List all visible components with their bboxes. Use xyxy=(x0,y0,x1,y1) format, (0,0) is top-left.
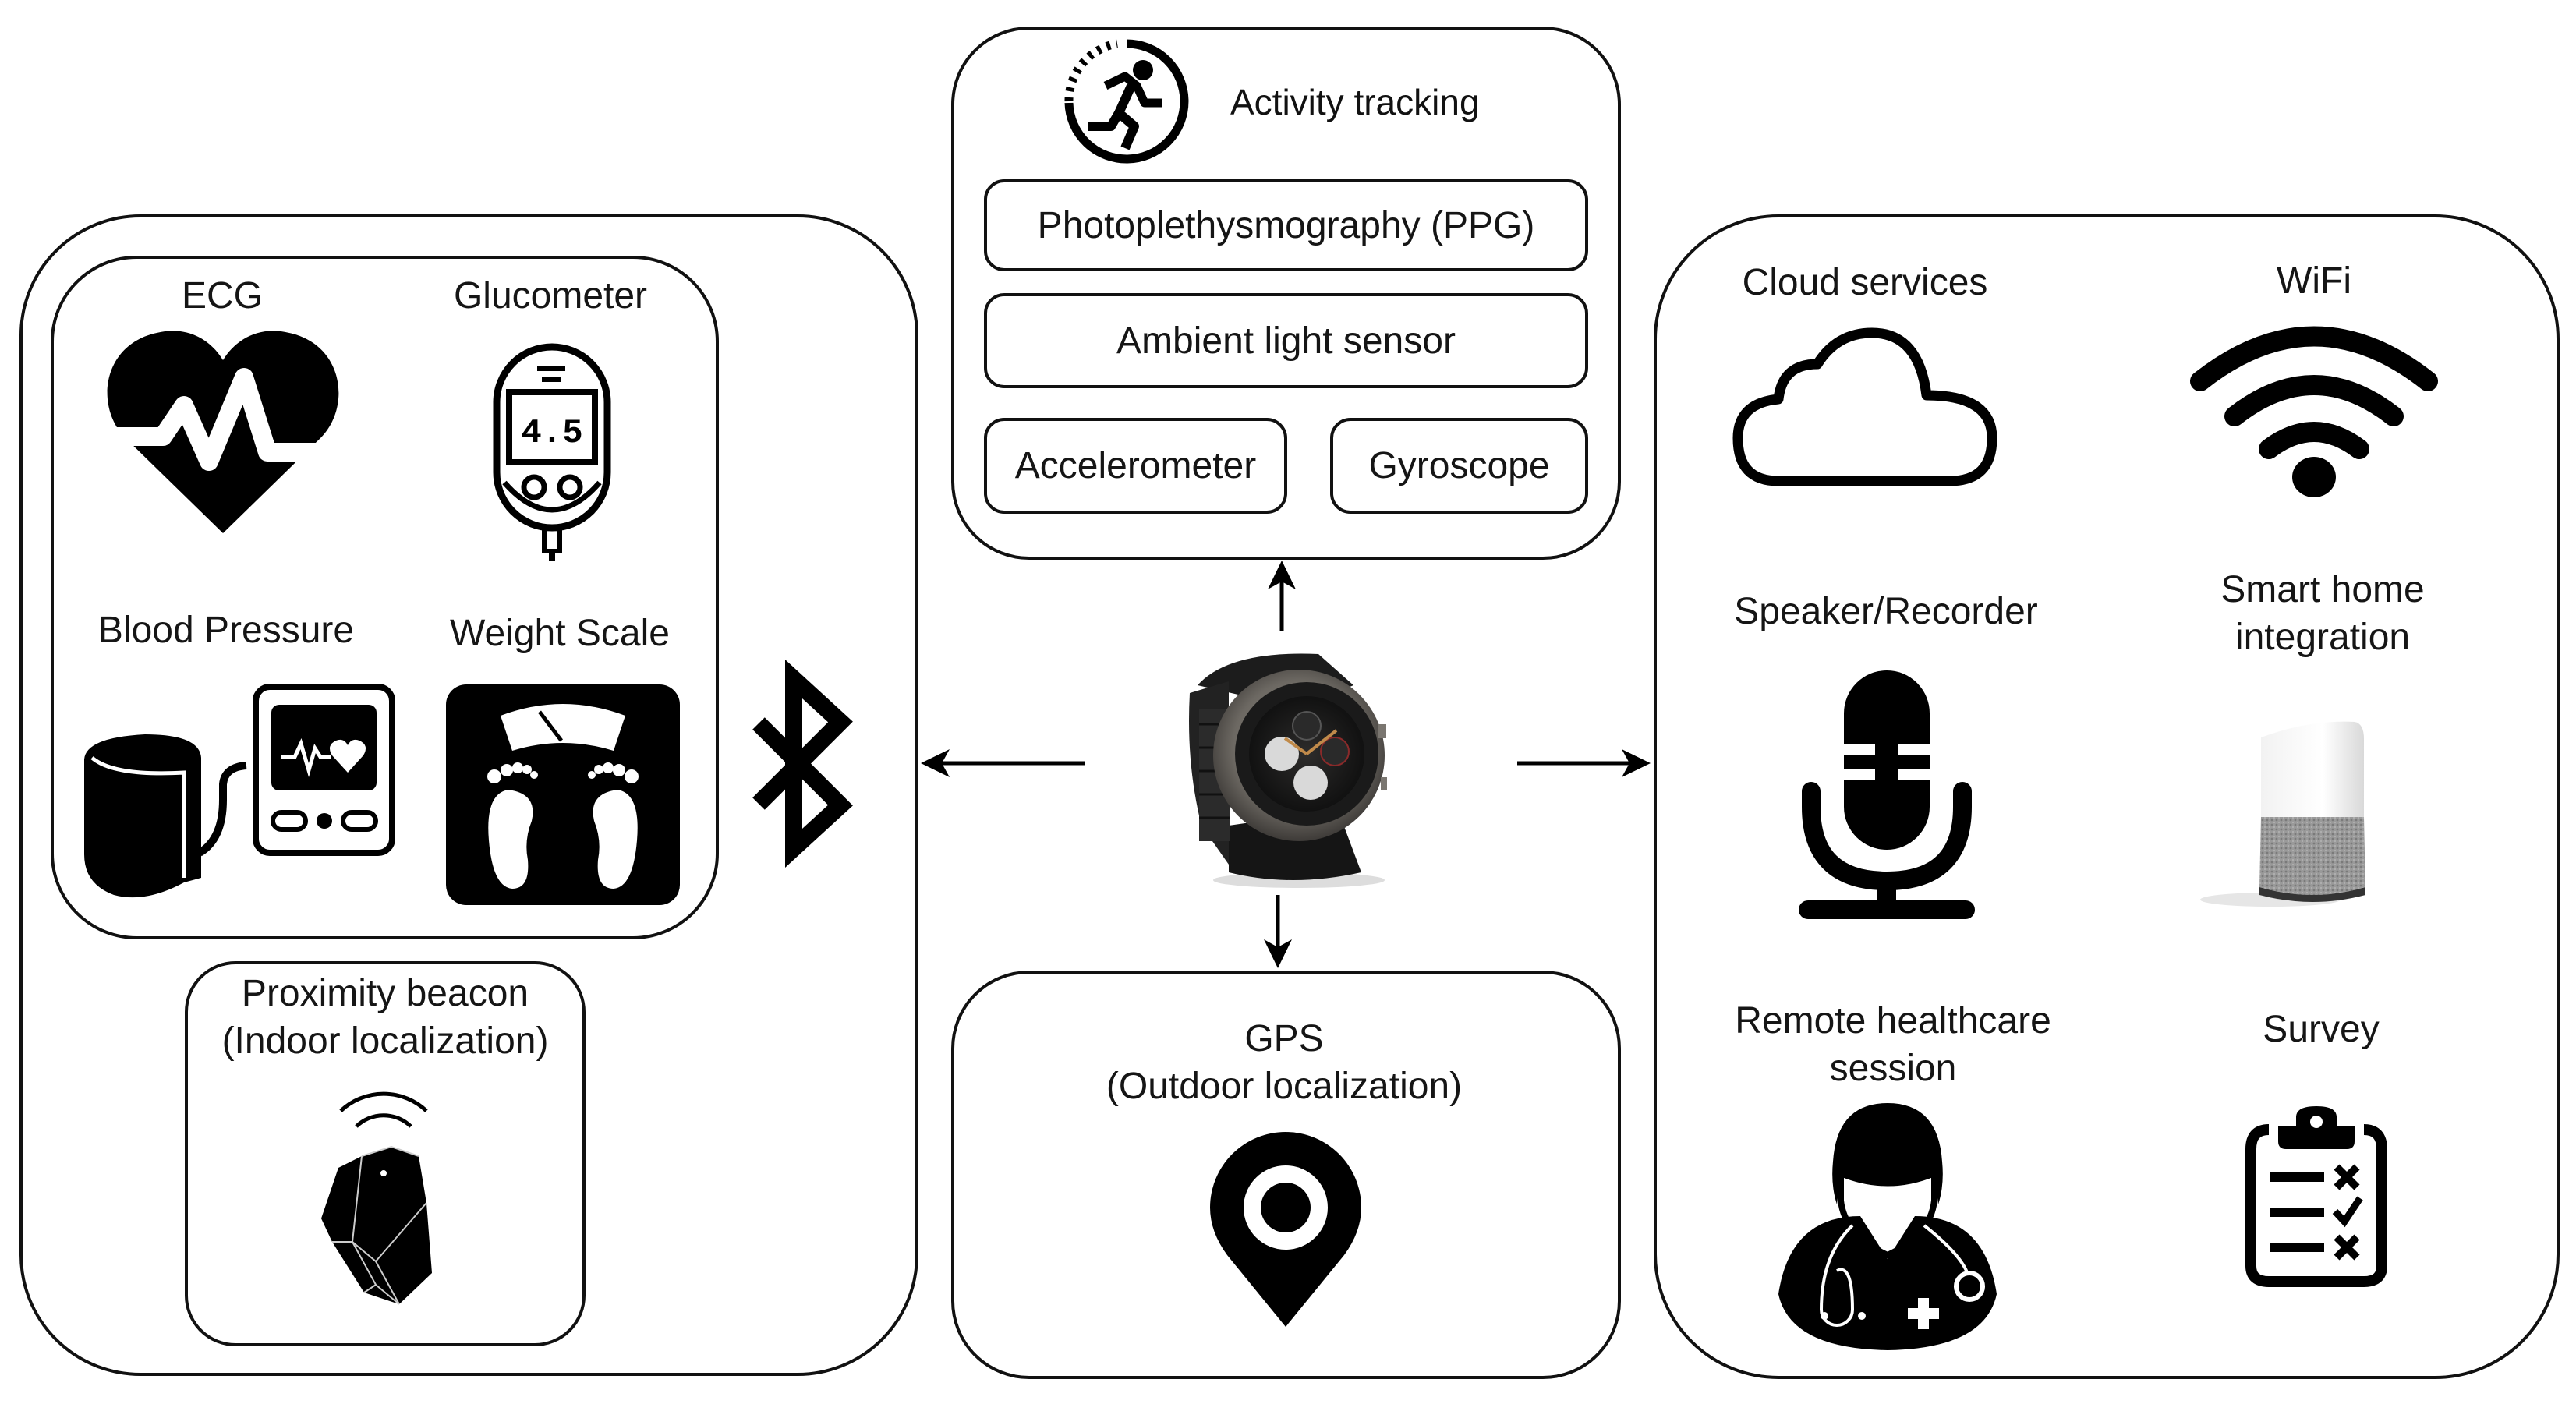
arrow-to-top-panel xyxy=(1268,561,1296,631)
arrow-to-bottom-panel xyxy=(1264,895,1292,968)
wifi-label: WiFi xyxy=(2277,260,2351,302)
cloud-icon xyxy=(1732,327,1998,489)
gps-label-line1: GPS xyxy=(1244,1018,1324,1059)
cloud-services-label: Cloud services xyxy=(1742,262,1988,303)
remote-healthcare-label-line1: Remote healthcare xyxy=(1735,1000,2051,1042)
gps-label-line2: (Outdoor localization) xyxy=(1106,1066,1463,1107)
smart-speaker-icon xyxy=(2200,716,2387,907)
remote-healthcare-label-line2: session xyxy=(1829,1048,1957,1089)
arrow-to-left-panel xyxy=(921,749,1085,777)
smart-home-label-line1: Smart home xyxy=(2220,569,2425,610)
doctor-icon xyxy=(1775,1099,2001,1350)
survey-label: Survey xyxy=(2263,1009,2380,1050)
speaker-recorder-label: Speaker/Recorder xyxy=(1734,591,2038,632)
wifi-icon xyxy=(2189,323,2439,497)
clipboard-checklist-icon xyxy=(2242,1106,2391,1289)
arrow-to-right-panel xyxy=(1517,749,1651,777)
smart-home-label-line2: integration xyxy=(2235,617,2411,658)
location-pin-icon xyxy=(1210,1132,1361,1327)
microphone-icon xyxy=(1797,667,1976,920)
